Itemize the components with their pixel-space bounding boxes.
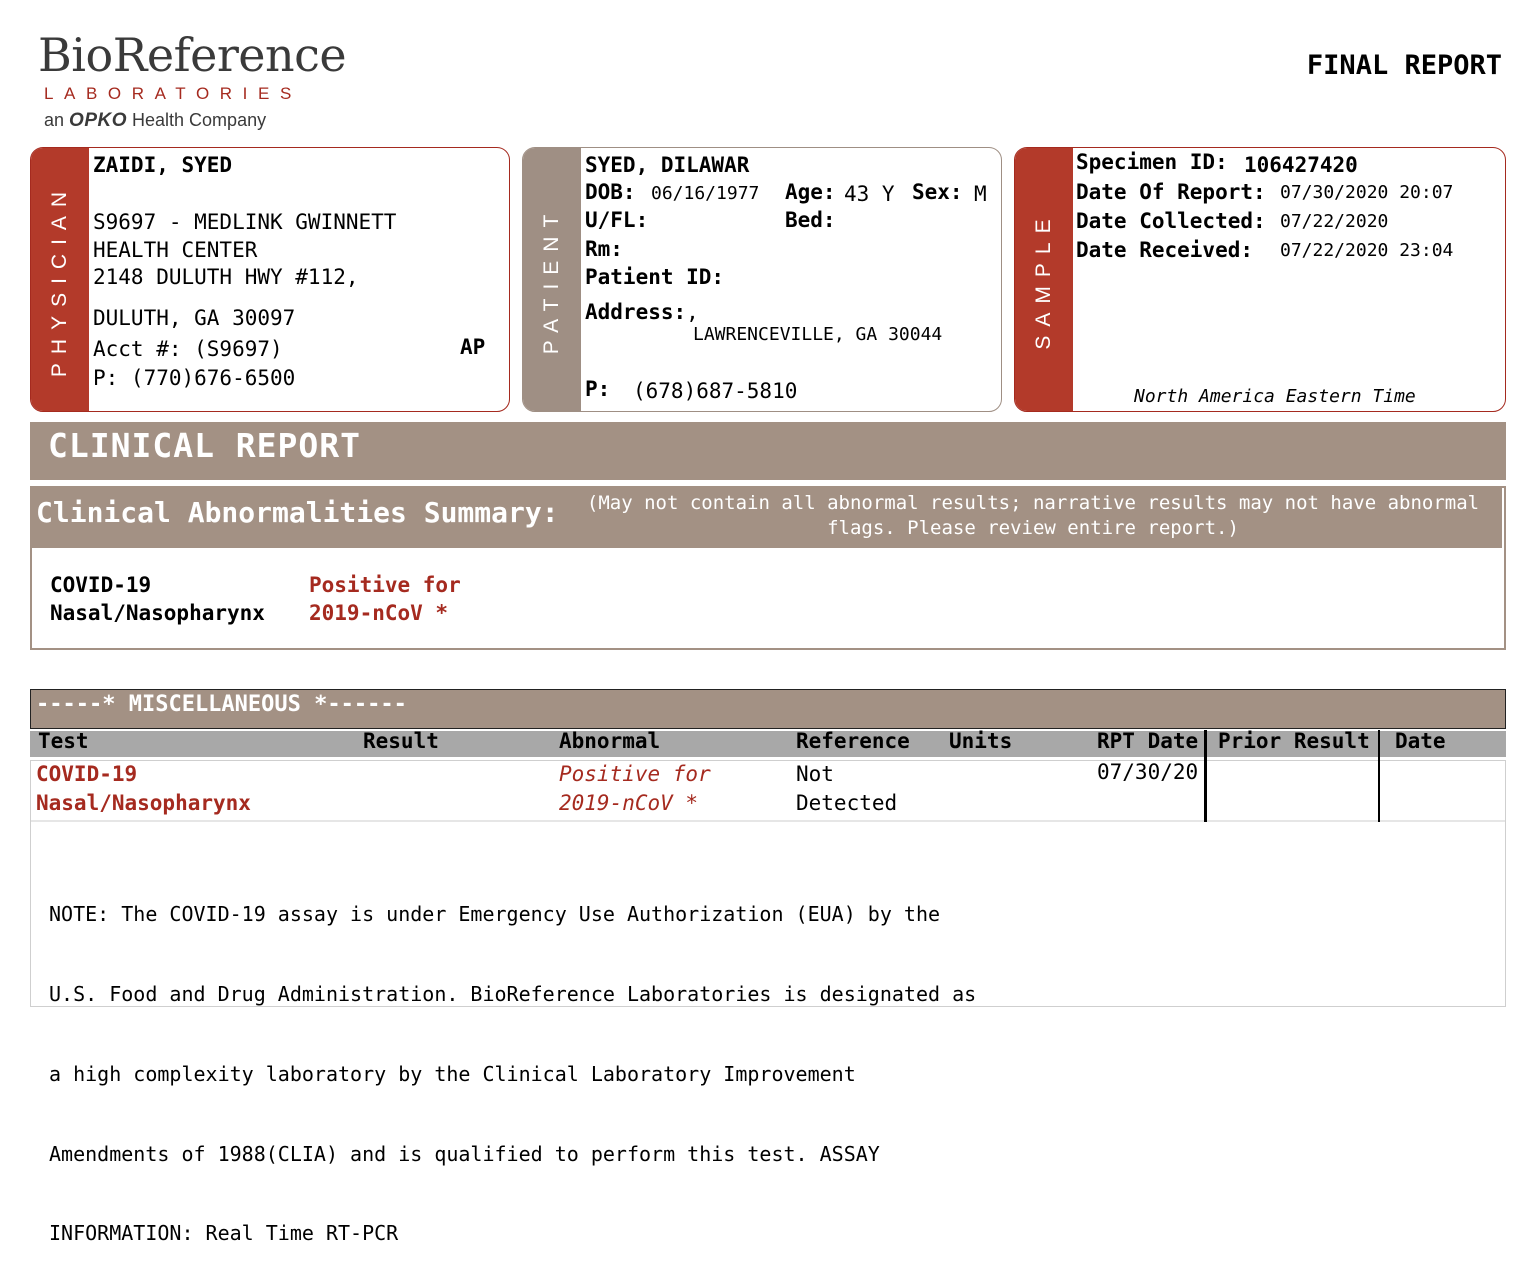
note-line: INFORMATION: Real Time RT-PCR — [49, 1221, 399, 1246]
logo-company-suffix: Health Company — [132, 110, 267, 130]
patient-age-label: Age: — [785, 180, 836, 204]
report-date-label: Date Of Report: — [1076, 180, 1266, 204]
patient-tab: PATIENT — [523, 148, 581, 411]
note-line: U.S. Food and Drug Administration. BioRe… — [49, 981, 977, 1006]
patient-address-city: LAWRENCEVILLE, GA 30044 — [693, 324, 943, 345]
abnormal-summary-disclaimer: (May not contain all abnormal results; n… — [566, 491, 1500, 541]
logo-company-line: an OPKO Health Company — [44, 110, 266, 132]
patient-dob-label: DOB: — [585, 180, 636, 204]
logo-company-brand: OPKO — [69, 110, 127, 131]
summary-test-line2: Nasal/Nasopharynx — [50, 601, 265, 625]
patient-phone: (678)687-5810 — [633, 379, 798, 403]
row-separator — [31, 820, 1505, 822]
report-status-title: FINAL REPORT — [1306, 50, 1502, 81]
prior-divider-right — [1378, 730, 1380, 822]
physician-phone: P: (770)676-6500 — [93, 366, 296, 390]
col-rpt-date: RPT Date — [1097, 729, 1199, 753]
prior-divider-left — [1204, 730, 1207, 822]
result-abnormal-line1: Positive for — [559, 762, 711, 786]
logo-subtitle: LABORATORIES — [44, 84, 302, 103]
logo-wordmark: BioReference — [38, 28, 347, 82]
physician-ap-flag: AP — [460, 335, 486, 359]
collected-date-label: Date Collected: — [1076, 209, 1266, 233]
assay-note: NOTE: The COVID-19 assay is under Emerge… — [49, 848, 976, 1274]
patient-sex: M — [974, 182, 987, 206]
patient-age: 43 Y — [844, 182, 895, 206]
col-prior-result: Prior Result — [1218, 729, 1370, 753]
col-date: Date — [1395, 729, 1446, 753]
patient-ufl-label: U/FL: — [585, 208, 649, 232]
summary-result-line1: Positive for — [309, 573, 461, 597]
patient-id-label: Patient ID: — [585, 265, 725, 289]
physician-name: ZAIDI, SYED — [93, 153, 233, 177]
result-reference: Not Detected — [796, 760, 897, 818]
note-line: Amendments of 1988(CLIA) and is qualifie… — [49, 1141, 880, 1166]
physician-practice-line2: HEALTH CENTER — [93, 238, 258, 262]
result-test-name: COVID-19 Nasal/Nasopharynx — [36, 760, 251, 818]
sample-tab-label: SAMPLE — [1032, 209, 1055, 350]
patient-tab-label: PATIENT — [540, 205, 563, 354]
result-test-line2: Nasal/Nasopharynx — [36, 791, 251, 815]
received-date-label: Date Received: — [1076, 238, 1254, 262]
patient-address-label-text: Address: — [585, 300, 687, 324]
specimen-id: 106427420 — [1244, 153, 1358, 177]
physician-account: Acct #: (S9697) — [93, 337, 283, 361]
note-line: a high complexity laboratory by the Clin… — [49, 1061, 856, 1086]
col-abnormal: Abnormal — [559, 729, 661, 753]
col-result: Result — [363, 729, 439, 753]
clinical-report-title: CLINICAL REPORT — [48, 426, 362, 465]
disclaimer-line2: flags. Please review entire report.) — [827, 517, 1239, 539]
patient-sex-label: Sex: — [912, 180, 963, 204]
physician-address: 2148 DULUTH HWY #112, — [93, 265, 359, 289]
patient-name: SYED, DILAWAR — [585, 153, 750, 177]
result-test-line1: COVID-19 — [36, 762, 138, 786]
misc-section-title: -----* MISCELLANEOUS *------ — [36, 692, 407, 717]
timezone-note: North America Eastern Time — [1134, 386, 1416, 407]
report-date: 07/30/2020 20:07 — [1280, 182, 1454, 203]
abnormal-summary-title: Clinical Abnormalities Summary: — [36, 496, 559, 529]
received-date: 07/22/2020 23:04 — [1280, 240, 1454, 261]
collected-date: 07/22/2020 — [1280, 211, 1389, 232]
physician-practice-line1: S9697 - MEDLINK GWINNETT — [93, 210, 397, 234]
summary-test-line1: COVID-19 — [50, 573, 152, 597]
logo-company-prefix: an — [44, 110, 65, 130]
patient-bed-label: Bed: — [785, 208, 836, 232]
patient-room-label: Rm: — [585, 237, 623, 261]
result-rpt-date: 07/30/20 — [1097, 760, 1199, 784]
result-abnormal-flag: Positive for 2019-nCoV * — [559, 760, 711, 818]
patient-address-street: , — [686, 300, 699, 324]
disclaimer-line1: (May not contain all abnormal results; n… — [586, 492, 1480, 514]
col-units: Units — [949, 729, 1013, 753]
col-reference: Reference — [796, 729, 910, 753]
summary-test-result: Positive for 2019-nCoV * — [309, 571, 461, 627]
physician-tab: PHYSICIAN — [31, 148, 89, 411]
sample-tab: SAMPLE — [1015, 148, 1073, 411]
specimen-id-label: Specimen ID: — [1076, 150, 1228, 174]
physician-tab-label: PHYSICIAN — [48, 182, 71, 377]
patient-phone-label: P: — [585, 377, 611, 401]
result-reference-line2: Detected — [796, 791, 898, 815]
result-abnormal-line2: 2019-nCoV * — [559, 791, 699, 815]
patient-dob: 06/16/1977 — [651, 183, 760, 204]
physician-city: DULUTH, GA 30097 — [93, 306, 296, 330]
summary-result-line2: 2019-nCoV * — [309, 601, 449, 625]
note-line: NOTE: The COVID-19 assay is under Emerge… — [49, 902, 941, 927]
col-test: Test — [38, 729, 89, 753]
result-reference-line1: Not — [796, 762, 834, 786]
patient-address-label: Address:, — [585, 300, 699, 324]
summary-test-name: COVID-19 Nasal/Nasopharynx — [50, 571, 265, 627]
